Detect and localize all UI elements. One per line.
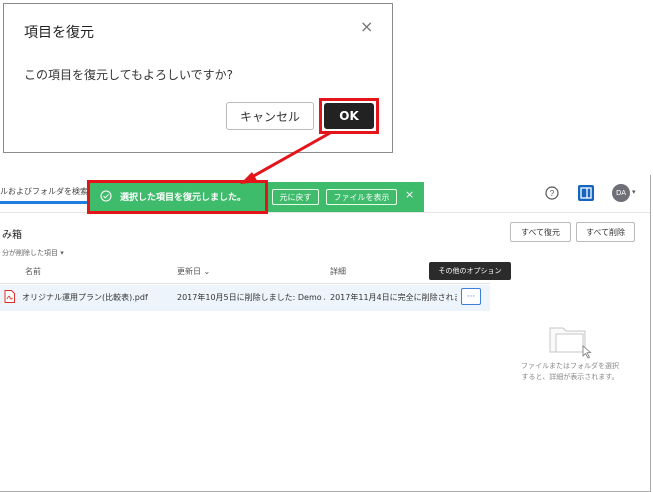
file-details: 2017年11月4日に完全に削除されま (330, 293, 457, 302)
file-name[interactable]: オリジナル運用プラン(比較表).pdf (22, 292, 172, 303)
page-title: み箱 (2, 230, 22, 241)
delete-all-button[interactable]: すべて削除 (576, 222, 635, 242)
more-options-button[interactable]: ··· (461, 288, 481, 305)
annotation-arrow (240, 131, 331, 184)
more-options-tooltip: その他のオプション (429, 262, 511, 280)
folder-illustration-icon (549, 327, 592, 359)
filter-dropdown[interactable]: 分が削除した項目 ▾ (2, 248, 64, 258)
table-divider (0, 283, 490, 284)
column-header-modified[interactable]: 更新日 ⌄ (177, 266, 210, 277)
file-modified: 2017年10月5日に削除しました: Demo A... (177, 293, 325, 302)
pdf-file-icon (4, 290, 15, 303)
column-header-details: 詳細 (330, 267, 346, 276)
empty-selection-message: ファイルまたはフォルダを選択すると、詳細が表示されます。 (521, 362, 619, 381)
column-header-name[interactable]: 名前 (25, 266, 41, 277)
restore-all-button[interactable]: すべて復元 (510, 222, 571, 242)
